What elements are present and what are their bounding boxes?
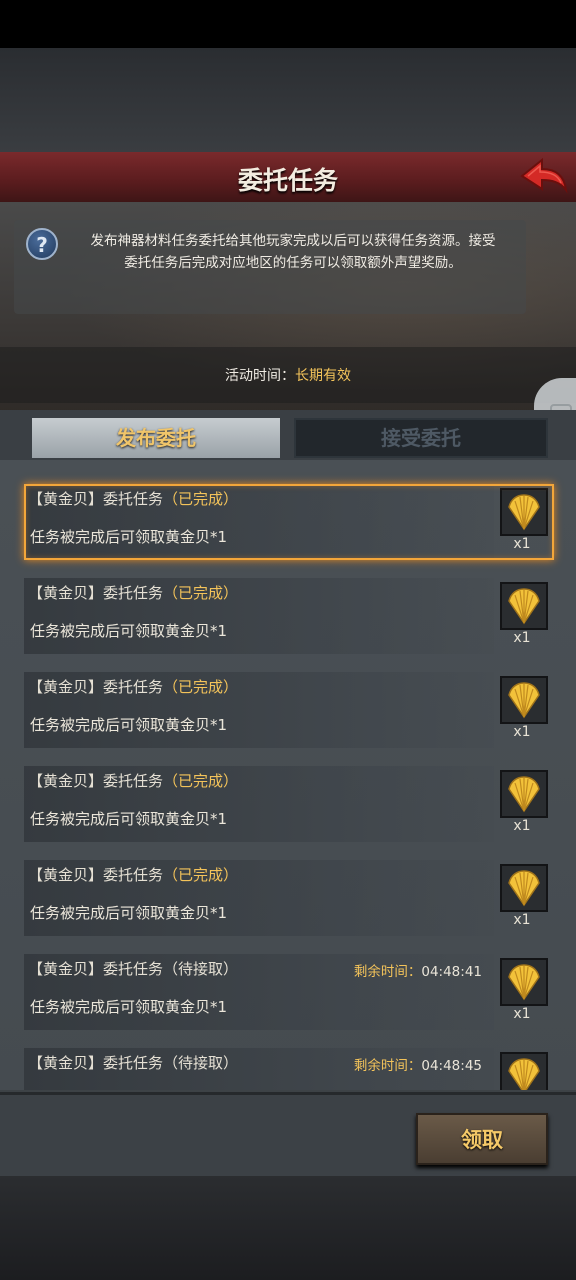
golden-shell-icon xyxy=(500,676,548,724)
scene-background: ? 发布神器材料任务委托给其他玩家完成以后可以获得任务资源。接受 委托任务后完成… xyxy=(0,202,576,456)
back-arrow-icon[interactable] xyxy=(518,156,570,196)
task-title: 【黄金贝】委托任务（已完成） xyxy=(28,582,238,603)
task-status: （已完成） xyxy=(163,490,239,508)
task-desc: 任务被完成后可领取黄金贝*1 xyxy=(30,904,228,922)
golden-shell-icon xyxy=(500,864,548,912)
task-prefix: 【黄金贝】委托任务 xyxy=(28,678,164,696)
task-desc: 任务被完成后可领取黄金贝*1 xyxy=(30,716,228,734)
task-prefix: 【黄金贝】委托任务 xyxy=(28,490,164,508)
timer-value: 04:48:45 xyxy=(421,1058,482,1074)
reward-count: x1 xyxy=(513,630,531,646)
golden-shell-icon xyxy=(500,1052,548,1090)
background-bottom xyxy=(0,1176,576,1280)
task-desc: 任务被完成后可领取黄金贝*1 xyxy=(30,622,228,640)
reward-count: x1 xyxy=(513,818,531,834)
status-bar xyxy=(0,0,576,48)
task-row[interactable]: 【黄金贝】委托任务（已完成） 任务被完成后可领取黄金贝*1 x1 xyxy=(24,766,554,842)
golden-shell-icon xyxy=(500,958,548,1006)
task-status: （已完成） xyxy=(163,584,239,602)
task-prefix: 【黄金贝】委托任务 xyxy=(28,866,164,884)
task-prefix: 【黄金贝】委托任务 xyxy=(28,772,164,790)
task-status: （已完成） xyxy=(163,772,239,790)
background-top xyxy=(0,48,576,152)
reward-count: x1 xyxy=(513,536,531,552)
task-row[interactable]: 【黄金贝】委托任务（待接取） 剩余时间：04:48:41 任务被完成后可领取黄金… xyxy=(24,954,554,1030)
tab-accept[interactable]: 接受委托 xyxy=(294,418,548,458)
footer-bar: 领取 xyxy=(0,1092,576,1179)
task-status: （已完成） xyxy=(163,866,239,884)
golden-shell-icon xyxy=(500,770,548,818)
tab-publish[interactable]: 发布委托 xyxy=(32,418,280,458)
task-row[interactable]: 【黄金贝】委托任务（已完成） 任务被完成后可领取黄金贝*1 x1 xyxy=(24,578,554,654)
task-list: 【黄金贝】委托任务（已完成） 任务被完成后可领取黄金贝*1 x1 【黄金贝】委托… xyxy=(0,460,576,1090)
activity-label: 活动时间： xyxy=(225,368,295,384)
info-line-2: 委托任务后完成对应地区的任务可以领取额外声望奖励。 xyxy=(124,255,462,271)
activity-value: 长期有效 xyxy=(295,368,351,384)
task-prefix: 【黄金贝】委托任务 xyxy=(28,584,164,602)
task-status: （待接取） xyxy=(163,960,239,978)
task-desc: 任务被完成后可领取黄金贝*1 xyxy=(30,810,228,828)
activity-time-bar: 活动时间：长期有效 xyxy=(0,347,576,403)
panel-header: 委托任务 xyxy=(0,152,576,204)
reward-count: x1 xyxy=(513,1006,531,1022)
task-prefix: 【黄金贝】委托任务 xyxy=(28,960,164,978)
task-status: （待接取） xyxy=(163,1054,239,1072)
tabs-bar: 发布委托 接受委托 xyxy=(0,410,576,460)
task-row[interactable]: 【黄金贝】委托任务（待接取） 剩余时间：04:48:45 xyxy=(24,1048,554,1090)
golden-shell-icon xyxy=(500,488,548,536)
question-mark-icon[interactable]: ? xyxy=(26,228,58,260)
activity-time: 活动时间：长期有效 xyxy=(0,365,576,385)
reward-count: x1 xyxy=(513,724,531,740)
task-row[interactable]: 【黄金贝】委托任务（已完成） 任务被完成后可领取黄金贝*1 x1 xyxy=(24,484,554,560)
task-desc: 任务被完成后可领取黄金贝*1 xyxy=(30,528,228,546)
commission-panel: 委托任务 ? 发布神器材料任务委托给其他玩家完成以后可以获得任务资源。接受 委托… xyxy=(0,152,576,1179)
claim-button[interactable]: 领取 xyxy=(416,1113,548,1165)
info-line-1: 发布神器材料任务委托给其他玩家完成以后可以获得任务资源。接受 xyxy=(90,233,496,249)
task-prefix: 【黄金贝】委托任务 xyxy=(28,1054,164,1072)
remaining-time: 剩余时间：04:48:41 xyxy=(354,960,482,980)
reward-count: x1 xyxy=(513,912,531,928)
task-title: 【黄金贝】委托任务（已完成） xyxy=(28,770,238,791)
timer-label: 剩余时间： xyxy=(353,964,422,980)
task-row[interactable]: 【黄金贝】委托任务（已完成） 任务被完成后可领取黄金贝*1 x1 xyxy=(24,672,554,748)
task-title: 【黄金贝】委托任务（已完成） xyxy=(28,864,238,885)
task-desc: 任务被完成后可领取黄金贝*1 xyxy=(30,998,228,1016)
info-text: 发布神器材料任务委托给其他玩家完成以后可以获得任务资源。接受 委托任务后完成对应… xyxy=(68,230,518,274)
task-title: 【黄金贝】委托任务（待接取） xyxy=(28,958,238,979)
golden-shell-icon xyxy=(500,582,548,630)
page-title: 委托任务 xyxy=(237,166,338,195)
task-title: 【黄金贝】委托任务（已完成） xyxy=(28,676,238,697)
info-box: ? 发布神器材料任务委托给其他玩家完成以后可以获得任务资源。接受 委托任务后完成… xyxy=(14,220,526,314)
task-title: 【黄金贝】委托任务（待接取） xyxy=(28,1052,238,1073)
timer-value: 04:48:41 xyxy=(421,964,482,980)
remaining-time: 剩余时间：04:48:45 xyxy=(354,1054,482,1074)
task-title: 【黄金贝】委托任务（已完成） xyxy=(28,488,238,509)
task-status: （已完成） xyxy=(163,678,239,696)
task-row[interactable]: 【黄金贝】委托任务（已完成） 任务被完成后可领取黄金贝*1 x1 xyxy=(24,860,554,936)
timer-label: 剩余时间： xyxy=(353,1058,422,1074)
